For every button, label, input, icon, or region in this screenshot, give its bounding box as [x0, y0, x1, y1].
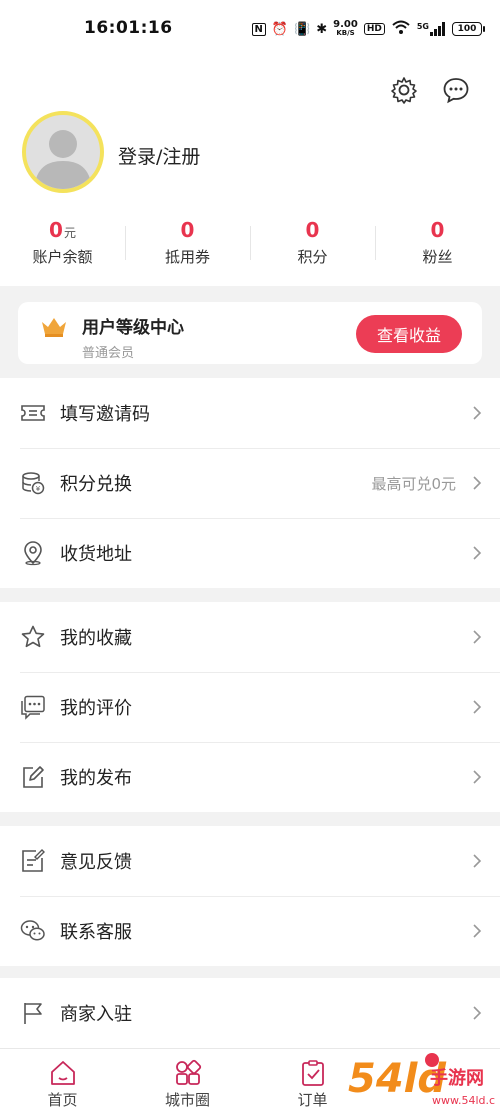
menu-item-feedback[interactable]: 意见反馈: [0, 826, 500, 896]
signal-icon: 5G: [417, 22, 446, 36]
home-icon: [49, 1059, 77, 1087]
grid-icon: [174, 1059, 202, 1087]
stat-fans[interactable]: 0 粉丝: [375, 216, 500, 267]
crown-icon: [40, 315, 68, 341]
star-icon: [20, 624, 46, 650]
menu-item-label: 我的评价: [60, 698, 132, 719]
net-speed-unit: KB/S: [336, 29, 355, 37]
stat-value: 0: [430, 218, 445, 242]
balance-value: 0: [49, 218, 63, 242]
net-speed: 9.00 KB/S: [333, 19, 358, 38]
stat-value: 0: [180, 218, 195, 242]
clipboard-icon: [299, 1059, 327, 1087]
menu-item-merchant-join[interactable]: 商家入驻: [0, 978, 500, 1048]
stat-label: 积分: [297, 248, 328, 266]
tab-label: 首页: [47, 1091, 78, 1109]
nfc-icon: N: [251, 22, 266, 36]
menu-group-3: 意见反馈 联系客服: [0, 826, 500, 966]
menu-item-favorites[interactable]: 我的收藏: [0, 602, 500, 672]
menu-group-1: 填写邀请码 ¥ 积分兑换 最高可兑0元 收货地址: [0, 378, 500, 588]
account-stats: 0元 账户余额 0 抵用券 0 积分 0 粉丝: [0, 216, 500, 267]
chevron-right-icon: [472, 769, 482, 785]
signal-label: 5G: [416, 22, 429, 31]
net-speed-value: 9.00: [333, 19, 358, 30]
svg-text:¥: ¥: [36, 485, 41, 493]
stat-value: 0: [305, 218, 320, 242]
menu-item-invite-code[interactable]: 填写邀请码: [0, 378, 500, 448]
menu-item-label: 联系客服: [60, 922, 132, 943]
svg-text:手游网: 手游网: [430, 1067, 484, 1089]
balance-unit: 元: [63, 226, 76, 240]
coins-icon: ¥: [20, 470, 46, 496]
chevron-right-icon: [472, 1005, 482, 1021]
hd-badge: HD: [363, 23, 385, 35]
menu-item-my-posts[interactable]: 我的发布: [0, 742, 500, 812]
ticket-icon: [20, 400, 46, 426]
wifi-icon: [391, 19, 411, 39]
login-register-link[interactable]: 登录/注册: [118, 142, 200, 169]
menu-item-label: 我的收藏: [60, 628, 132, 649]
default-user-icon: [34, 130, 92, 189]
level-card[interactable]: 用户等级中心 普通会员 查看收益: [18, 302, 482, 364]
battery-indicator: 100: [452, 22, 485, 36]
menu-item-label: 商家入驻: [60, 1004, 132, 1025]
menu-item-points-exchange[interactable]: ¥ 积分兑换 最高可兑0元: [0, 448, 500, 518]
alarm-icon: ⏰: [271, 21, 289, 37]
menu-item-shipping-address[interactable]: 收货地址: [0, 518, 500, 588]
menu-item-label: 积分兑换: [60, 474, 132, 495]
menu-item-customer-service[interactable]: 联系客服: [0, 896, 500, 966]
chevron-right-icon: [472, 629, 482, 645]
stat-label: 账户余额: [32, 248, 93, 266]
stat-label: 抵用券: [164, 248, 210, 266]
menu-group-2: 我的收藏 我的评价 我的发布: [0, 602, 500, 812]
menu-item-label: 我的发布: [60, 768, 132, 789]
status-icons: N ⏰ 📳 ✱ 9.00 KB/S HD 5G 100: [251, 18, 485, 40]
watermark-logo: 54ld 手游网 www.54ld.cn: [346, 1050, 500, 1112]
tab-label: 订单: [297, 1091, 328, 1109]
avatar[interactable]: [22, 111, 104, 193]
menu-item-reviews[interactable]: 我的评价: [0, 672, 500, 742]
menu-item-label: 意见反馈: [60, 852, 132, 873]
stat-balance[interactable]: 0元 账户余额: [0, 216, 125, 267]
points-exchange-hint: 最高可兑0元: [371, 474, 456, 493]
settings-gear-icon[interactable]: [388, 74, 420, 106]
flag-icon: [20, 1000, 46, 1026]
profile-header: 登录/注册 0元 账户余额 0 抵用券 0 积分 0 粉丝: [0, 56, 500, 286]
view-earnings-button[interactable]: 查看收益: [356, 315, 462, 353]
feedback-icon: [20, 848, 46, 874]
location-pin-icon: [20, 540, 46, 566]
bluetooth-icon: ✱: [316, 21, 328, 37]
chevron-right-icon: [472, 853, 482, 869]
menu-item-label: 填写邀请码: [60, 404, 150, 425]
status-time: 16:01:16: [84, 18, 173, 38]
chevron-right-icon: [472, 475, 482, 491]
chevron-right-icon: [472, 405, 482, 421]
edit-icon: [20, 764, 46, 790]
menu-group-4: 商家入驻: [0, 978, 500, 1048]
top-actions: [388, 74, 472, 106]
stat-coupons[interactable]: 0 抵用券: [125, 216, 250, 267]
wechat-icon: [20, 918, 46, 944]
stat-label: 粉丝: [422, 248, 453, 266]
chevron-right-icon: [472, 545, 482, 561]
level-title: 用户等级中心: [82, 318, 184, 338]
svg-text:www.54ld.cn: www.54ld.cn: [432, 1094, 496, 1107]
chevron-right-icon: [472, 923, 482, 939]
tab-city-circle[interactable]: 城市圈: [125, 1049, 250, 1116]
stat-value: 0元: [0, 216, 125, 244]
menu-item-label: 收货地址: [60, 544, 132, 565]
tab-home[interactable]: 首页: [0, 1049, 125, 1116]
message-bubble-icon[interactable]: [440, 74, 472, 106]
level-subtitle: 普通会员: [82, 346, 135, 361]
vibrate-icon: 📳: [294, 21, 311, 37]
comment-icon: [20, 694, 46, 720]
stat-points[interactable]: 0 积分: [250, 216, 375, 267]
chevron-right-icon: [472, 699, 482, 715]
level-section: 用户等级中心 普通会员 查看收益: [0, 286, 500, 378]
status-bar: 16:01:16 N ⏰ 📳 ✱ 9.00 KB/S HD 5G 100: [0, 0, 500, 56]
tab-label: 城市圈: [164, 1091, 210, 1109]
